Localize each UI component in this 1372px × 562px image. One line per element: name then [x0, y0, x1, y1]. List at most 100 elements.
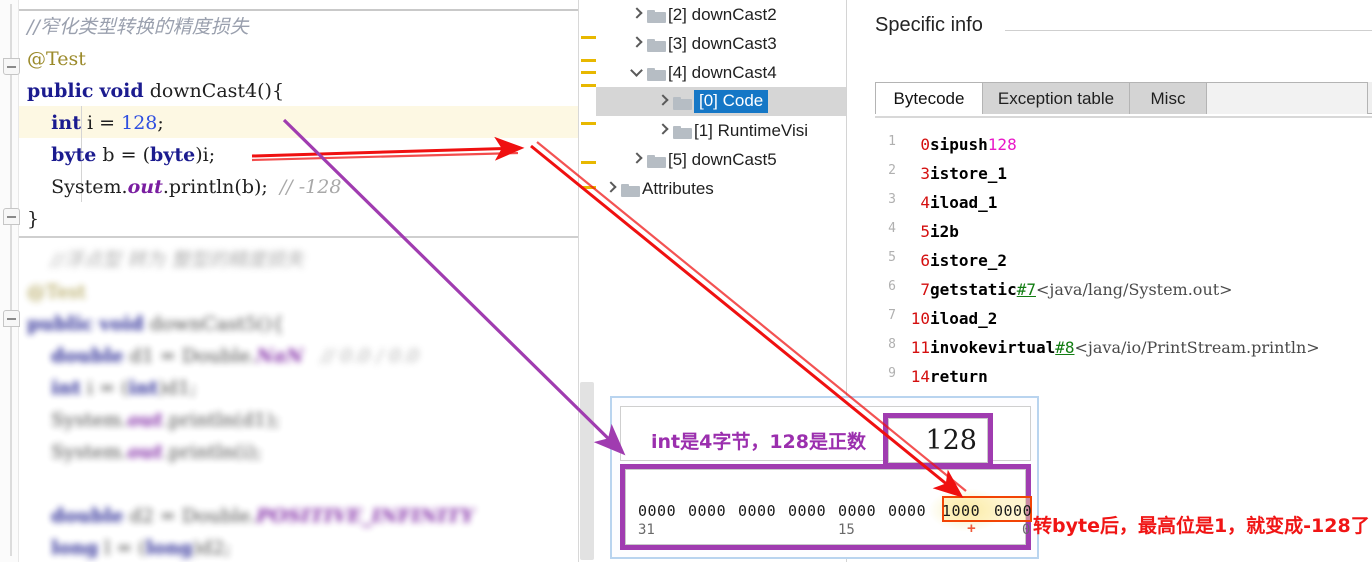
- fold-marker-icon[interactable]: [3, 310, 20, 327]
- bytecode-opcode: istore_2: [930, 251, 1008, 270]
- bit-index-label: 15: [838, 522, 855, 538]
- code-token: System.: [27, 176, 128, 198]
- code-line[interactable]: public void downCast4(){: [27, 75, 284, 107]
- bytecode-instruction-row[interactable]: 3 istore_1: [904, 159, 1007, 188]
- code-token: downCast4(){: [143, 80, 285, 102]
- folder-icon: [646, 0, 668, 29]
- code-token: byte: [150, 144, 196, 166]
- tree-item-5-downcast5[interactable]: [5] downCast5: [596, 145, 846, 174]
- blurred-code-line: public void downCast5(){: [27, 308, 284, 340]
- chevron-right-icon[interactable]: [628, 29, 646, 58]
- code-token: int: [128, 377, 159, 399]
- binary-highlight-box: + 0000 0000 0000 0000 0000 0000 1000 0000 31 15 0: [620, 464, 1032, 550]
- bytecode-instruction-row[interactable]: 5 i2b: [904, 217, 959, 246]
- fold-marker-icon[interactable]: [3, 208, 20, 225]
- code-line[interactable]: System.out.println(b); // -128: [27, 171, 341, 203]
- tab-strip-shadow: [875, 116, 1372, 118]
- bytecode-opcode: istore_1: [930, 164, 1008, 183]
- bytecode-instruction-row[interactable]: 10 iload_2: [904, 304, 998, 333]
- code-editor-pane[interactable]: //窄化类型转换的精度损失 @Test public void downCast4(…: [0, 0, 596, 562]
- bytecode-offset: 5: [920, 222, 930, 241]
- bit-group: 0000: [738, 502, 777, 520]
- chevron-down-icon[interactable]: [628, 58, 646, 87]
- code-fold-rail: [10, 4, 12, 556]
- tree-item-4-downcast4[interactable]: [4] downCast4: [596, 58, 846, 87]
- bytecode-offset: 3: [920, 164, 930, 183]
- code-token: NaN: [256, 345, 304, 367]
- code-token: .println(d1);: [162, 409, 280, 431]
- gutter-change-mark[interactable]: [581, 161, 596, 164]
- tab-exception-table[interactable]: Exception table: [982, 82, 1130, 114]
- bytecode-offset: 10: [910, 309, 930, 328]
- gutter-change-mark[interactable]: [581, 59, 596, 62]
- folder-icon: [672, 116, 694, 145]
- chevron-right-icon[interactable]: [602, 174, 620, 203]
- tree-item-label: Attributes: [642, 178, 714, 198]
- bit-group: 0000: [788, 502, 827, 520]
- code-token: int: [51, 112, 81, 134]
- code-token: out: [127, 176, 163, 198]
- bytecode-opcode: sipush: [930, 135, 988, 154]
- annotation-callout-panel: int是4字节，128是正数 128 + 0000 0000 0000 0000 000…: [610, 396, 1039, 559]
- bytecode-constant-ref[interactable]: #7: [1017, 280, 1036, 299]
- code-line[interactable]: }: [27, 203, 39, 235]
- bytecode-instruction-row[interactable]: 7 getstatic #7 <java/lang/System.out>: [904, 275, 1233, 304]
- bytecode-opcode: return: [930, 367, 988, 386]
- code-token: downCast5(){: [143, 313, 285, 335]
- editor-scrollbar-thumb[interactable]: [580, 382, 594, 560]
- bytecode-offset: 4: [920, 193, 930, 212]
- bytecode-descriptor: <java/lang/System.out>: [1035, 280, 1233, 299]
- tree-item-2-downcast2[interactable]: [2] downCast2: [596, 0, 846, 29]
- chevron-right-icon[interactable]: [654, 116, 672, 145]
- code-line[interactable]: //窄化类型转换的精度损失: [27, 11, 249, 43]
- code-line[interactable]: int i = 128;: [27, 107, 164, 139]
- blurred-code-line: //浮点型 转为 整型的精度损失: [27, 244, 304, 276]
- editor-left-gutter[interactable]: [0, 0, 20, 562]
- gutter-change-mark[interactable]: [581, 84, 596, 87]
- folder-icon: [646, 145, 668, 174]
- chevron-right-icon[interactable]: [628, 0, 646, 29]
- bytecode-instruction-row[interactable]: 4 iload_1: [904, 188, 997, 217]
- code-line[interactable]: @Test: [27, 43, 86, 75]
- bytecode-offset: 6: [920, 251, 930, 270]
- tree-item-attributes[interactable]: Attributes: [596, 174, 846, 203]
- blurred-code-line: double d1 = Double.NaN // 0.0 / 0.0: [27, 340, 419, 372]
- tab-bytecode[interactable]: Bytecode: [875, 82, 983, 114]
- code-token: @Test: [27, 48, 86, 70]
- gutter-change-mark[interactable]: [581, 36, 596, 39]
- blurred-code-line: double d2 = Double.POSITIVE_INFINITY: [27, 500, 474, 532]
- code-token: b = (: [96, 144, 150, 166]
- bytecode-instruction-row[interactable]: 14 return: [904, 362, 988, 391]
- tree-item-label: [5] downCast5: [668, 149, 777, 169]
- bit-group: 0000: [638, 502, 677, 520]
- tree-item-3-downcast3[interactable]: [3] downCast3: [596, 29, 846, 58]
- code-line[interactable]: byte b = (byte)i;: [27, 139, 215, 171]
- tree-item-0-code[interactable]: [0] Code: [596, 87, 846, 116]
- code-token: ;: [157, 112, 164, 134]
- bytecode-opcode: getstatic: [930, 280, 1017, 299]
- fold-marker-icon[interactable]: [3, 58, 20, 75]
- chevron-right-icon[interactable]: [654, 87, 672, 116]
- bit-index-label: 0: [1022, 522, 1031, 538]
- bytecode-instruction-row[interactable]: 11 invokevirtual #8 <java/io/PrintStream…: [904, 333, 1320, 362]
- chevron-right-icon[interactable]: [628, 145, 646, 174]
- blurred-code-line: System.out.println(d1);: [27, 404, 280, 436]
- tab-misc[interactable]: Misc: [1129, 82, 1207, 114]
- bytecode-constant-ref[interactable]: #8: [1055, 338, 1074, 357]
- code-token: out: [127, 441, 163, 463]
- bytecode-offset: 11: [910, 338, 930, 357]
- blurred-code-line: System.out.println(i);: [27, 436, 262, 468]
- bytecode-opcode: invokevirtual: [930, 338, 1056, 357]
- folder-icon: [646, 29, 668, 58]
- gutter-change-mark[interactable]: [581, 71, 596, 74]
- bytecode-offset: 7: [920, 280, 930, 299]
- tree-item-1-runtimevisi[interactable]: [1] RuntimeVisi: [596, 116, 846, 145]
- code-token: 128: [121, 112, 158, 134]
- gutter-change-mark[interactable]: [581, 186, 596, 189]
- gutter-change-mark[interactable]: [581, 122, 596, 125]
- bytecode-instruction-row[interactable]: 6 istore_2: [904, 246, 1007, 275]
- bytecode-instruction-row[interactable]: 0 sipush 128: [904, 130, 1016, 159]
